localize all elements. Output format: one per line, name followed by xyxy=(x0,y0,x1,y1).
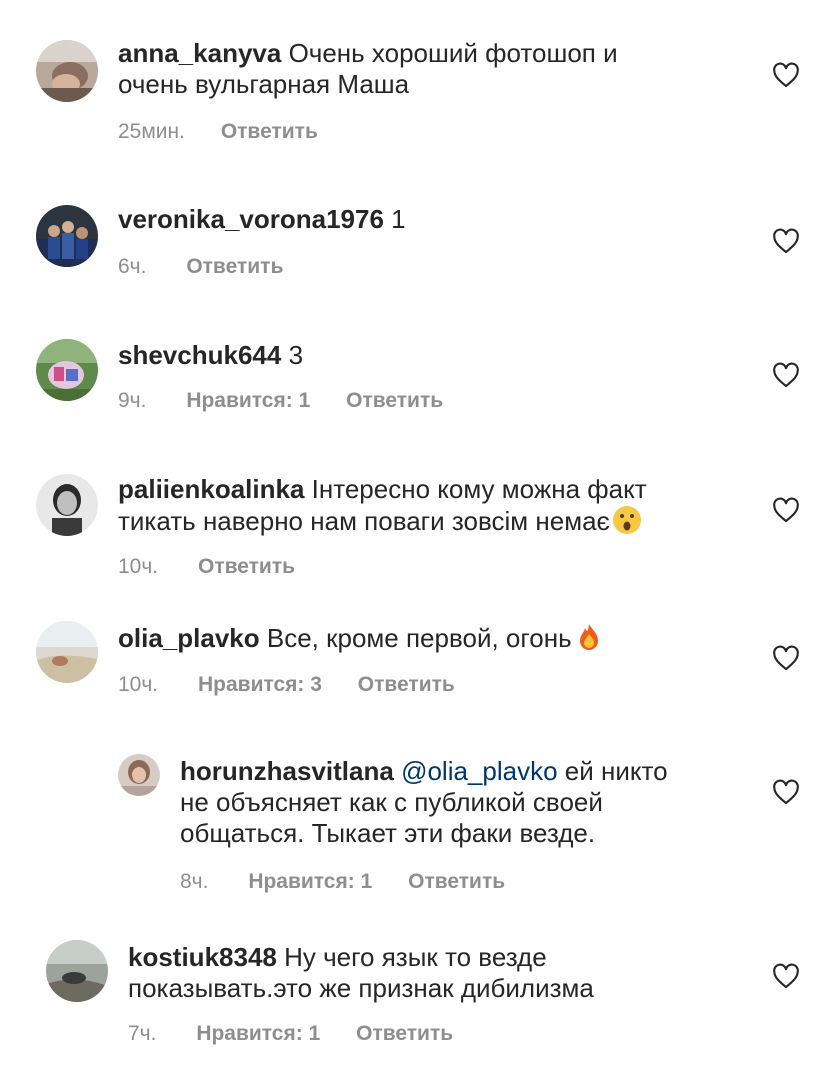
avatar[interactable] xyxy=(36,205,98,267)
heart-outline-icon[interactable] xyxy=(772,497,800,523)
likes-count-button[interactable]: Нравится: 1 xyxy=(248,870,372,894)
username-link[interactable]: anna_kanyva xyxy=(118,38,281,68)
timestamp: 6ч. xyxy=(118,255,147,278)
comment-text: kostiuk8348 Ну чего язык то везде показы… xyxy=(128,942,748,1004)
heart-outline-icon[interactable] xyxy=(772,645,800,671)
comment-text: olia_plavko Все, кроме первой, огонь xyxy=(118,622,738,654)
avatar[interactable] xyxy=(36,474,98,536)
comment-text: paliienkoalinka Інтересно кому можна фак… xyxy=(118,474,758,537)
username-link[interactable]: horunzhasvitlana xyxy=(180,756,394,786)
comment-body: 3 xyxy=(288,340,304,370)
avatar[interactable] xyxy=(36,621,98,683)
comment-meta: 8ч. Нравится: 1 Ответить xyxy=(180,870,505,894)
heart-outline-icon[interactable] xyxy=(772,779,800,805)
timestamp: 10ч. xyxy=(118,555,159,578)
username-link[interactable]: olia_plavko xyxy=(118,623,260,653)
timestamp: 25мин. xyxy=(118,120,185,143)
likes-count-button[interactable]: Нравится: 3 xyxy=(198,673,322,697)
reply-button[interactable]: Ответить xyxy=(356,1022,453,1046)
comment-meta: 25мин. Ответить xyxy=(118,120,318,144)
avatar[interactable] xyxy=(46,940,108,1002)
avatar[interactable] xyxy=(118,754,160,796)
comment-text: anna_kanyva Очень хороший фотошоп и очен… xyxy=(118,38,738,100)
timestamp: 7ч. xyxy=(128,1022,157,1045)
fire-emoji xyxy=(574,622,604,652)
heart-outline-icon[interactable] xyxy=(772,62,800,88)
comment-meta: 6ч. Ответить xyxy=(118,255,283,279)
timestamp: 8ч. xyxy=(180,870,209,893)
username-link[interactable]: veronika_vorona1976 xyxy=(118,204,384,234)
username-link[interactable]: shevchuk644 xyxy=(118,340,281,370)
comment-body: 1 xyxy=(391,204,406,234)
comment-meta: 10ч. Нравится: 3 Ответить xyxy=(118,673,455,697)
avatar[interactable] xyxy=(36,339,98,401)
heart-outline-icon[interactable] xyxy=(772,228,800,254)
timestamp: 10ч. xyxy=(118,673,159,696)
heart-outline-icon[interactable] xyxy=(772,362,800,388)
comment-body: Все, кроме первой, огонь xyxy=(266,623,572,653)
timestamp: 9ч. xyxy=(118,389,147,412)
avatar[interactable] xyxy=(36,40,98,102)
reply-button[interactable]: Ответить xyxy=(186,255,283,279)
comment-text: shevchuk644 3 xyxy=(118,340,738,371)
comment-text: horunzhasvitlana @olia_plavko ей никто н… xyxy=(180,756,740,849)
comment-text: veronika_vorona1976 1 xyxy=(118,204,738,235)
likes-count-button[interactable]: Нравится: 1 xyxy=(186,389,310,413)
comment-meta: 10ч. Ответить xyxy=(118,555,295,579)
likes-count-button[interactable]: Нравится: 1 xyxy=(196,1022,320,1046)
reply-button[interactable]: Ответить xyxy=(346,389,443,413)
comment-meta: 9ч. Нравится: 1 Ответить xyxy=(118,389,443,413)
astonished-face-emoji xyxy=(612,505,642,535)
reply-button[interactable]: Ответить xyxy=(408,870,505,894)
reply-button[interactable]: Ответить xyxy=(221,120,318,144)
reply-button[interactable]: Ответить xyxy=(198,555,295,579)
mention-link[interactable]: @olia_plavko xyxy=(401,756,557,786)
username-link[interactable]: paliienkoalinka xyxy=(118,474,304,504)
username-link[interactable]: kostiuk8348 xyxy=(128,942,277,972)
comment-meta: 7ч. Нравится: 1 Ответить xyxy=(128,1022,453,1046)
reply-button[interactable]: Ответить xyxy=(358,673,455,697)
heart-outline-icon[interactable] xyxy=(772,963,800,989)
